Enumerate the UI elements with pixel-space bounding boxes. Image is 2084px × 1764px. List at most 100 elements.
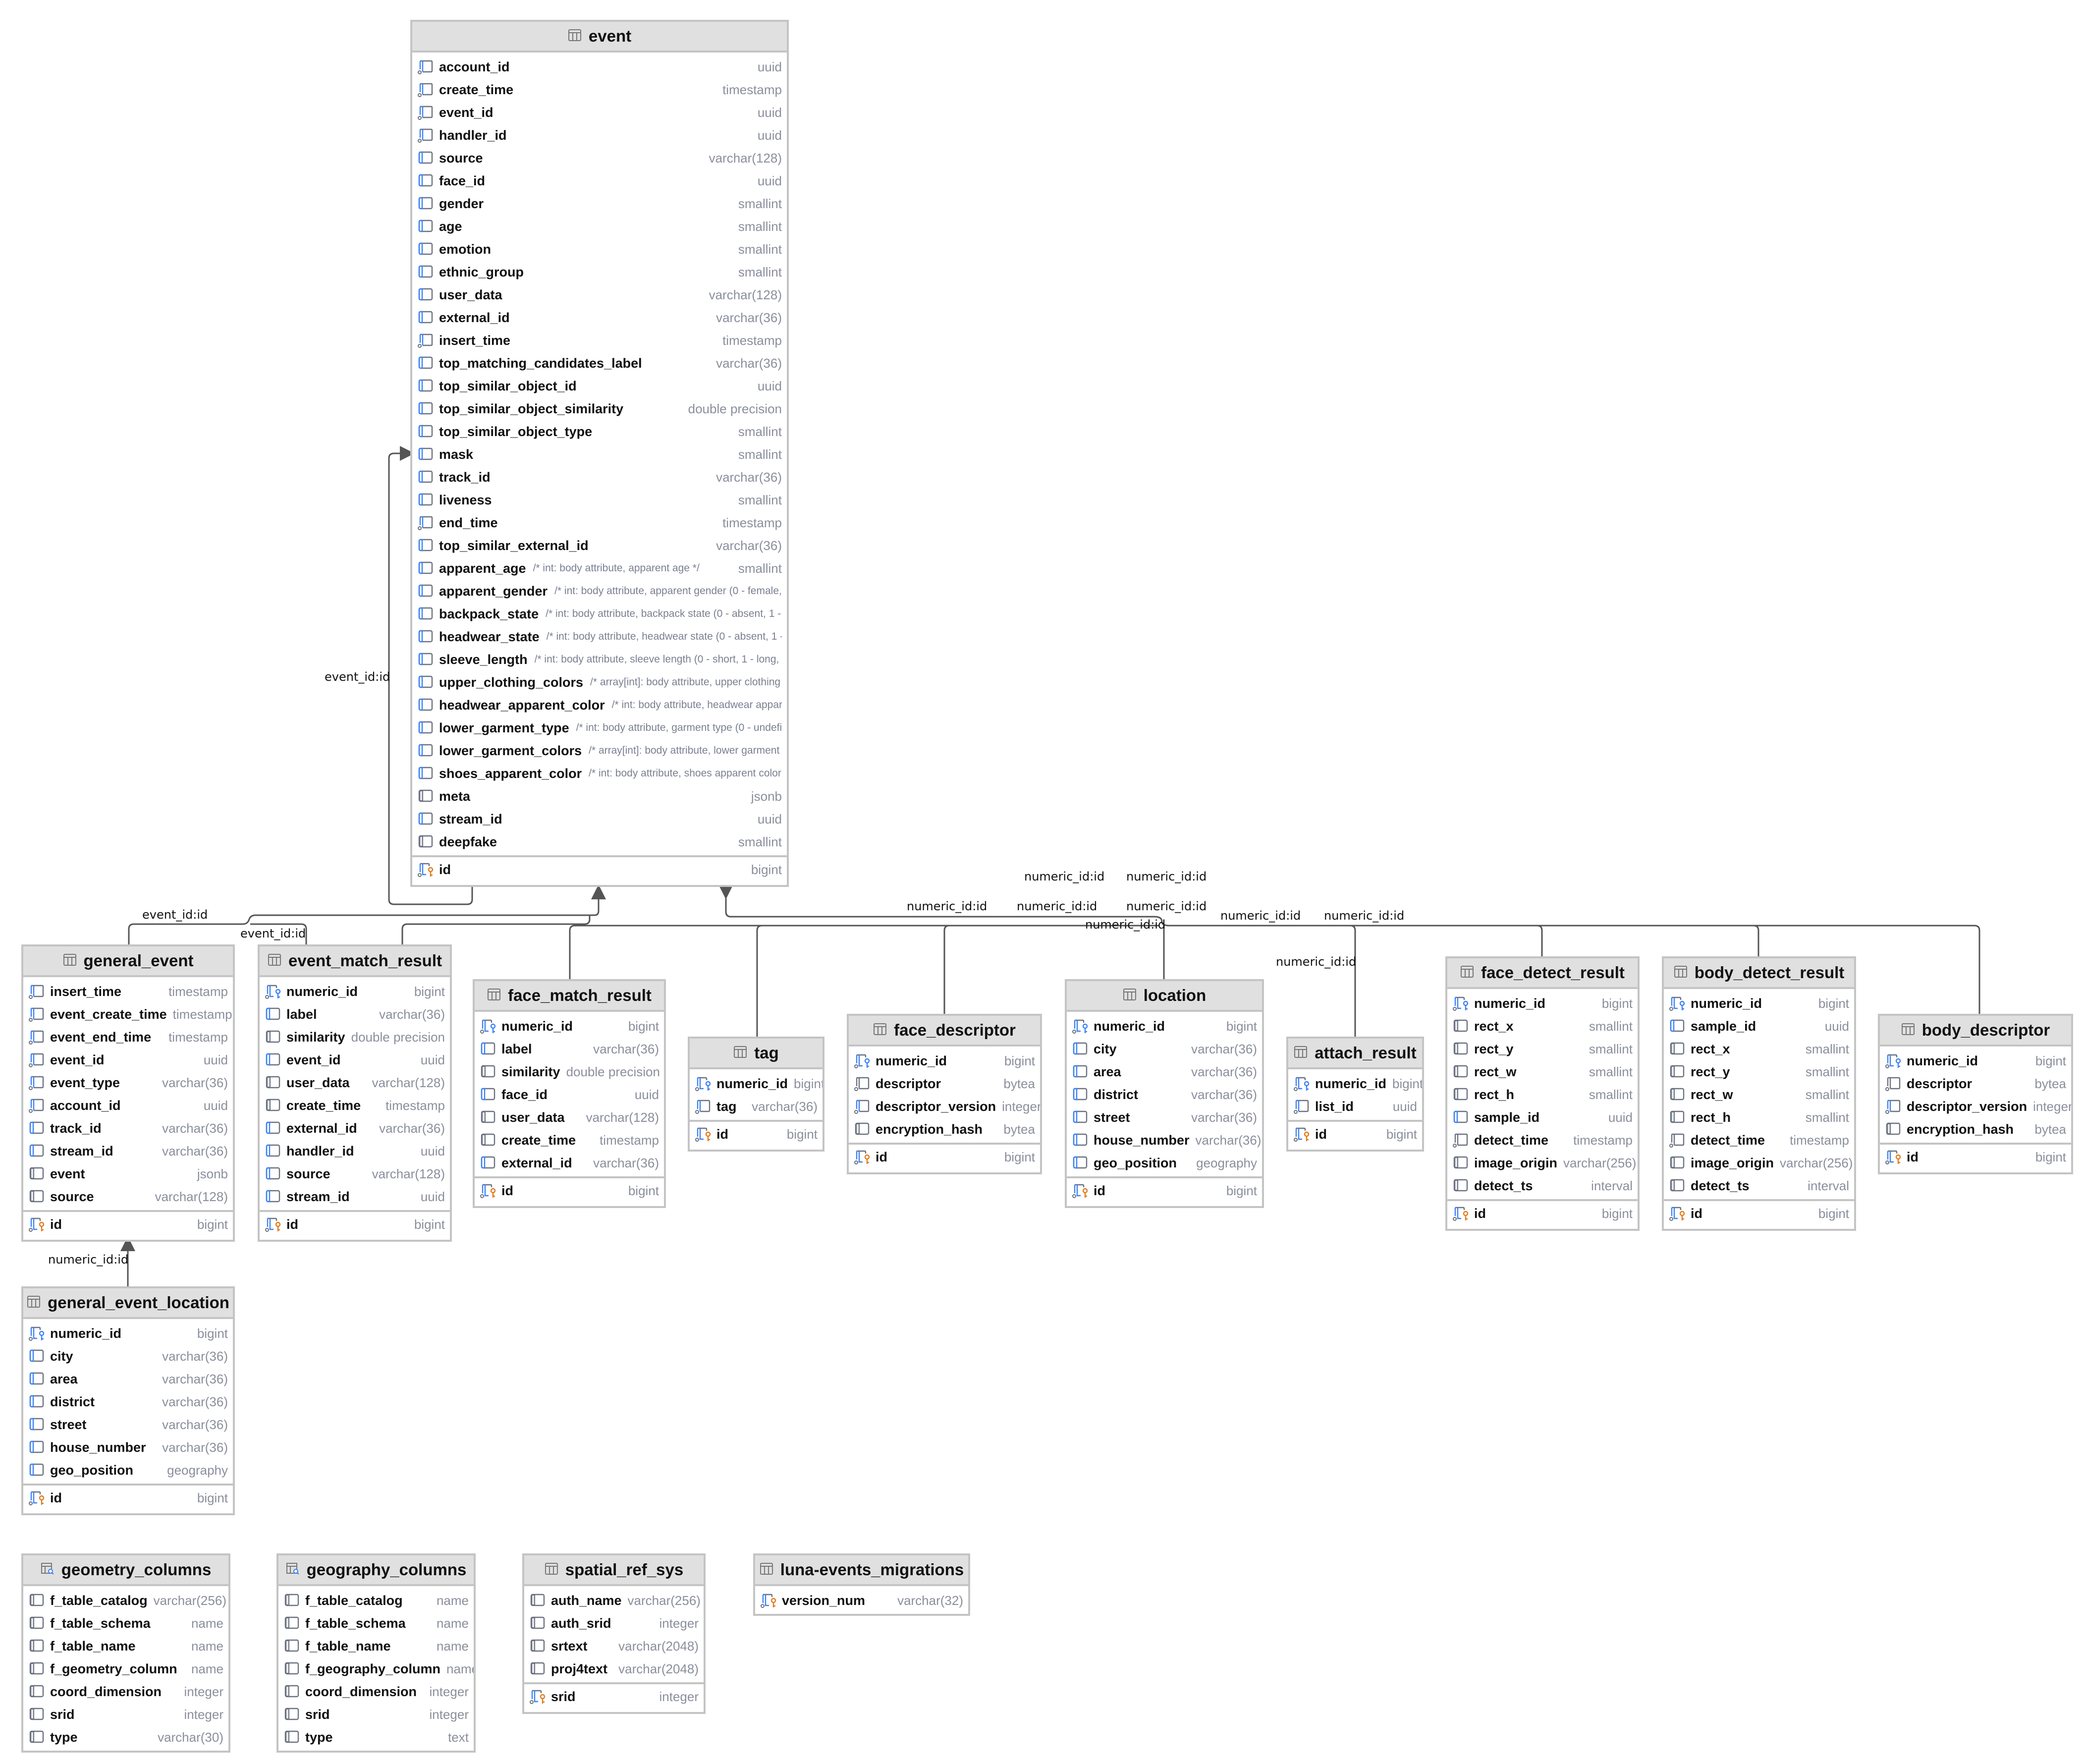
column-row[interactable]: handler_id uuid <box>260 1140 450 1162</box>
column-row[interactable]: user_data varchar(128) <box>260 1071 450 1094</box>
column-row[interactable]: create_time timestamp <box>412 78 787 101</box>
column-row[interactable]: srid integer <box>278 1703 474 1726</box>
column-row[interactable]: descriptor bytea <box>1880 1072 2071 1095</box>
table-tag[interactable]: tag numeric_id bigint tag varchar(36) id bigin… <box>688 1037 824 1152</box>
column-row[interactable]: similarity double precision <box>260 1026 450 1048</box>
column-row[interactable]: shoes_apparent_color /* int: body attribu… <box>412 762 787 785</box>
column-row[interactable]: headwear_apparent_color /* int: body attr… <box>412 694 787 717</box>
column-row[interactable]: id bigint <box>23 1213 233 1236</box>
table-header[interactable]: tag <box>690 1039 823 1069</box>
column-row[interactable]: coord_dimension integer <box>23 1680 228 1703</box>
table-header[interactable]: spatial_ref_sys <box>524 1555 704 1586</box>
column-row[interactable]: track_id varchar(36) <box>23 1117 233 1140</box>
column-row[interactable]: track_id varchar(36) <box>412 466 787 489</box>
column-row[interactable]: rect_y smallint <box>1664 1060 1854 1083</box>
table-header[interactable]: event_match_result <box>260 946 450 977</box>
table-header[interactable]: general_event <box>23 946 233 977</box>
column-row[interactable]: f_table_name name <box>278 1635 474 1657</box>
column-row[interactable]: external_id varchar(36) <box>260 1117 450 1140</box>
column-row[interactable]: apparent_gender /* int: body attribute, a… <box>412 580 787 603</box>
table-general-event-location[interactable]: general_event_location numeric_id bigint ci… <box>21 1286 235 1515</box>
column-row[interactable]: numeric_id bigint <box>260 980 450 1003</box>
column-row[interactable]: geo_position geography <box>23 1459 233 1482</box>
column-row[interactable]: create_time timestamp <box>260 1094 450 1117</box>
column-row[interactable]: detect_ts interval <box>1664 1174 1854 1197</box>
column-row[interactable]: encryption_hash bytea <box>1880 1118 2071 1141</box>
column-row[interactable]: f_table_catalog name <box>278 1589 474 1612</box>
column-row[interactable]: numeric_id bigint <box>1447 992 1638 1015</box>
column-row[interactable]: rect_w smallint <box>1664 1083 1854 1106</box>
column-row[interactable]: rect_h smallint <box>1664 1106 1854 1129</box>
column-row[interactable]: headwear_state /* int: body attribute, he… <box>412 625 787 648</box>
column-row[interactable]: encryption_hash bytea <box>849 1118 1040 1141</box>
column-row[interactable]: account_id uuid <box>412 55 787 78</box>
column-row[interactable]: event_id uuid <box>23 1048 233 1071</box>
table-header[interactable]: geometry_columns <box>23 1555 228 1586</box>
column-row[interactable]: source varchar(128) <box>260 1162 450 1185</box>
column-row[interactable]: srtext varchar(2048) <box>524 1635 704 1657</box>
column-row[interactable]: sample_id uuid <box>1664 1015 1854 1038</box>
column-row[interactable]: descriptor bytea <box>849 1072 1040 1095</box>
table-event-match-result[interactable]: event_match_result numeric_id bigint label v… <box>258 944 452 1242</box>
column-row[interactable]: ethnic_group smallint <box>412 261 787 283</box>
column-row[interactable]: id bigint <box>1447 1202 1638 1225</box>
column-row[interactable]: sleeve_length /* int: body attribute, sle… <box>412 648 787 671</box>
column-row[interactable]: house_number varchar(36) <box>1067 1129 1262 1152</box>
column-row[interactable]: end_time timestamp <box>412 511 787 534</box>
column-row[interactable]: external_id varchar(36) <box>475 1152 664 1174</box>
column-row[interactable]: city varchar(36) <box>1067 1038 1262 1060</box>
column-row[interactable]: insert_time timestamp <box>23 980 233 1003</box>
column-row[interactable]: version_num varchar(32) <box>755 1589 968 1612</box>
column-row[interactable]: label varchar(36) <box>260 1003 450 1026</box>
column-row[interactable]: district varchar(36) <box>1067 1083 1262 1106</box>
table-header[interactable]: body_descriptor <box>1880 1016 2071 1047</box>
column-row[interactable]: tag varchar(36) <box>690 1095 823 1118</box>
column-row[interactable]: face_id uuid <box>412 169 787 192</box>
column-row[interactable]: lower_garment_type /* int: body attribute… <box>412 717 787 739</box>
column-row[interactable]: meta jsonb <box>412 785 787 808</box>
column-row[interactable]: area varchar(36) <box>23 1368 233 1390</box>
column-row[interactable]: similarity double precision <box>475 1060 664 1083</box>
table-header[interactable]: face_match_result <box>475 981 664 1012</box>
column-row[interactable]: image_origin varchar(256) <box>1447 1152 1638 1174</box>
column-row[interactable]: numeric_id bigint <box>1880 1049 2071 1072</box>
column-row[interactable]: stream_id varchar(36) <box>23 1140 233 1162</box>
table-face-descriptor[interactable]: face_descriptor numeric_id bigint descripto… <box>847 1014 1042 1174</box>
column-row[interactable]: top_similar_object_similarity double prec… <box>412 397 787 420</box>
column-row[interactable]: house_number varchar(36) <box>23 1436 233 1459</box>
table-body-descriptor[interactable]: body_descriptor numeric_id bigint descripto… <box>1878 1014 2073 1174</box>
column-row[interactable]: event jsonb <box>23 1162 233 1185</box>
column-row[interactable]: list_id uuid <box>1288 1095 1422 1118</box>
table-header[interactable]: face_detect_result <box>1447 958 1638 989</box>
column-row[interactable]: geo_position geography <box>1067 1152 1262 1174</box>
column-row[interactable]: id bigint <box>1067 1179 1262 1202</box>
column-row[interactable]: top_similar_object_id uuid <box>412 375 787 397</box>
column-row[interactable]: detect_ts interval <box>1447 1174 1638 1197</box>
column-row[interactable]: numeric_id bigint <box>475 1015 664 1038</box>
column-row[interactable]: street varchar(36) <box>1067 1106 1262 1129</box>
table-face-detect-result[interactable]: face_detect_result numeric_id bigint rect_x… <box>1445 956 1640 1231</box>
column-row[interactable]: stream_id uuid <box>412 808 787 830</box>
table-body-detect-result[interactable]: body_detect_result numeric_id bigint sample… <box>1662 956 1856 1231</box>
column-row[interactable]: id bigint <box>1664 1202 1854 1225</box>
column-row[interactable]: id bigint <box>475 1179 664 1202</box>
table-header[interactable]: face_descriptor <box>849 1016 1040 1047</box>
column-row[interactable]: type text <box>278 1726 474 1749</box>
table-event[interactable]: event account_id uuid create_time timestamp e… <box>410 20 789 887</box>
column-row[interactable]: emotion smallint <box>412 238 787 261</box>
column-row[interactable]: area varchar(36) <box>1067 1060 1262 1083</box>
column-row[interactable]: f_table_schema name <box>278 1612 474 1635</box>
column-row[interactable]: rect_y smallint <box>1447 1038 1638 1060</box>
column-row[interactable]: event_end_time timestamp <box>23 1026 233 1048</box>
column-row[interactable]: insert_time timestamp <box>412 329 787 352</box>
table-header[interactable]: attach_result <box>1288 1039 1422 1069</box>
column-row[interactable]: rect_h smallint <box>1447 1083 1638 1106</box>
column-row[interactable]: street varchar(36) <box>23 1413 233 1436</box>
column-row[interactable]: gender smallint <box>412 192 787 215</box>
column-row[interactable]: numeric_id bigint <box>23 1322 233 1345</box>
table-location[interactable]: location numeric_id bigint city varchar(36) a… <box>1065 979 1264 1208</box>
column-row[interactable]: event_create_time timestamp <box>23 1003 233 1026</box>
column-row[interactable]: rect_x smallint <box>1447 1015 1638 1038</box>
column-row[interactable]: label varchar(36) <box>475 1038 664 1060</box>
column-row[interactable]: numeric_id bigint <box>1664 992 1854 1015</box>
